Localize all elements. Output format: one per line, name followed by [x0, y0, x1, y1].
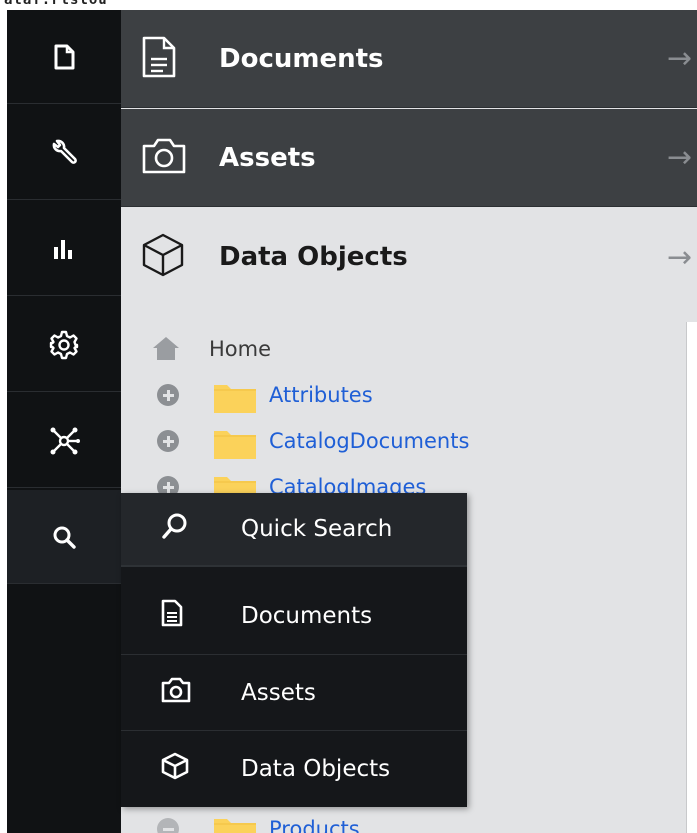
file-icon — [54, 44, 75, 69]
expand-plus-icon[interactable] — [157, 384, 179, 406]
search-documents-label: Documents — [241, 602, 373, 629]
camera-icon — [161, 677, 191, 709]
top-strip-text: ataf.rtslou — [4, 0, 108, 8]
folder-icon — [214, 385, 256, 413]
document-icon — [141, 36, 177, 82]
magnifier-icon — [161, 512, 189, 546]
folder-icon — [214, 431, 256, 459]
menu-separator — [121, 565, 467, 577]
search-assets-label: Assets — [241, 679, 316, 706]
collapse-minus-icon[interactable] — [157, 818, 179, 833]
tree-item-label[interactable]: CatalogDocuments — [269, 429, 469, 453]
search-data-objects-item[interactable]: Data Objects — [121, 731, 467, 807]
tree-scroll-edge — [686, 322, 697, 833]
top-cropped-strip: ataf.rtslou — [0, 0, 697, 10]
wrench-icon — [52, 139, 77, 164]
accordion-assets-title: Assets — [219, 142, 316, 173]
accordion-data-objects-header[interactable]: Data Objects → — [121, 208, 697, 306]
network-icon — [50, 427, 80, 454]
expand-plus-icon[interactable] — [157, 430, 179, 452]
rail-tools[interactable] — [7, 106, 121, 200]
tree-home-label: Home — [209, 337, 272, 361]
rail-datahub[interactable] — [7, 394, 121, 488]
home-icon — [153, 337, 179, 360]
accordion-assets-header[interactable]: Assets → — [121, 109, 697, 207]
cube-icon — [161, 752, 189, 786]
rail-search[interactable] — [7, 490, 121, 584]
gear-icon — [49, 330, 79, 359]
bar-chart-icon — [54, 239, 72, 259]
search-icon — [53, 526, 76, 549]
search-documents-item[interactable]: Documents — [121, 577, 467, 655]
quick-search-item[interactable]: Quick Search — [121, 493, 467, 565]
search-assets-item[interactable]: Assets — [121, 655, 467, 731]
arrow-right-icon[interactable]: → — [667, 240, 692, 275]
quick-search-label: Quick Search — [241, 516, 393, 542]
arrow-right-icon[interactable]: → — [667, 41, 692, 76]
main-navigation-rail — [7, 10, 121, 833]
document-icon — [161, 599, 183, 633]
rail-reports[interactable] — [7, 202, 121, 296]
tree-item-label[interactable]: Products — [269, 817, 360, 833]
search-data-objects-label: Data Objects — [241, 756, 391, 782]
accordion-data-objects-title: Data Objects — [219, 242, 408, 272]
accordion-documents-title: Documents — [219, 43, 384, 74]
tree-item-label[interactable]: Attributes — [269, 383, 373, 407]
cube-icon — [141, 232, 185, 282]
search-dropdown-menu: Quick Search Documents Assets Data Objec… — [121, 493, 467, 807]
accordion-documents-header[interactable]: Documents → — [121, 10, 697, 108]
folder-icon — [214, 819, 256, 833]
camera-icon — [141, 137, 187, 179]
rail-documents[interactable] — [7, 10, 121, 104]
rail-settings[interactable] — [7, 298, 121, 392]
arrow-right-icon[interactable]: → — [667, 140, 692, 175]
